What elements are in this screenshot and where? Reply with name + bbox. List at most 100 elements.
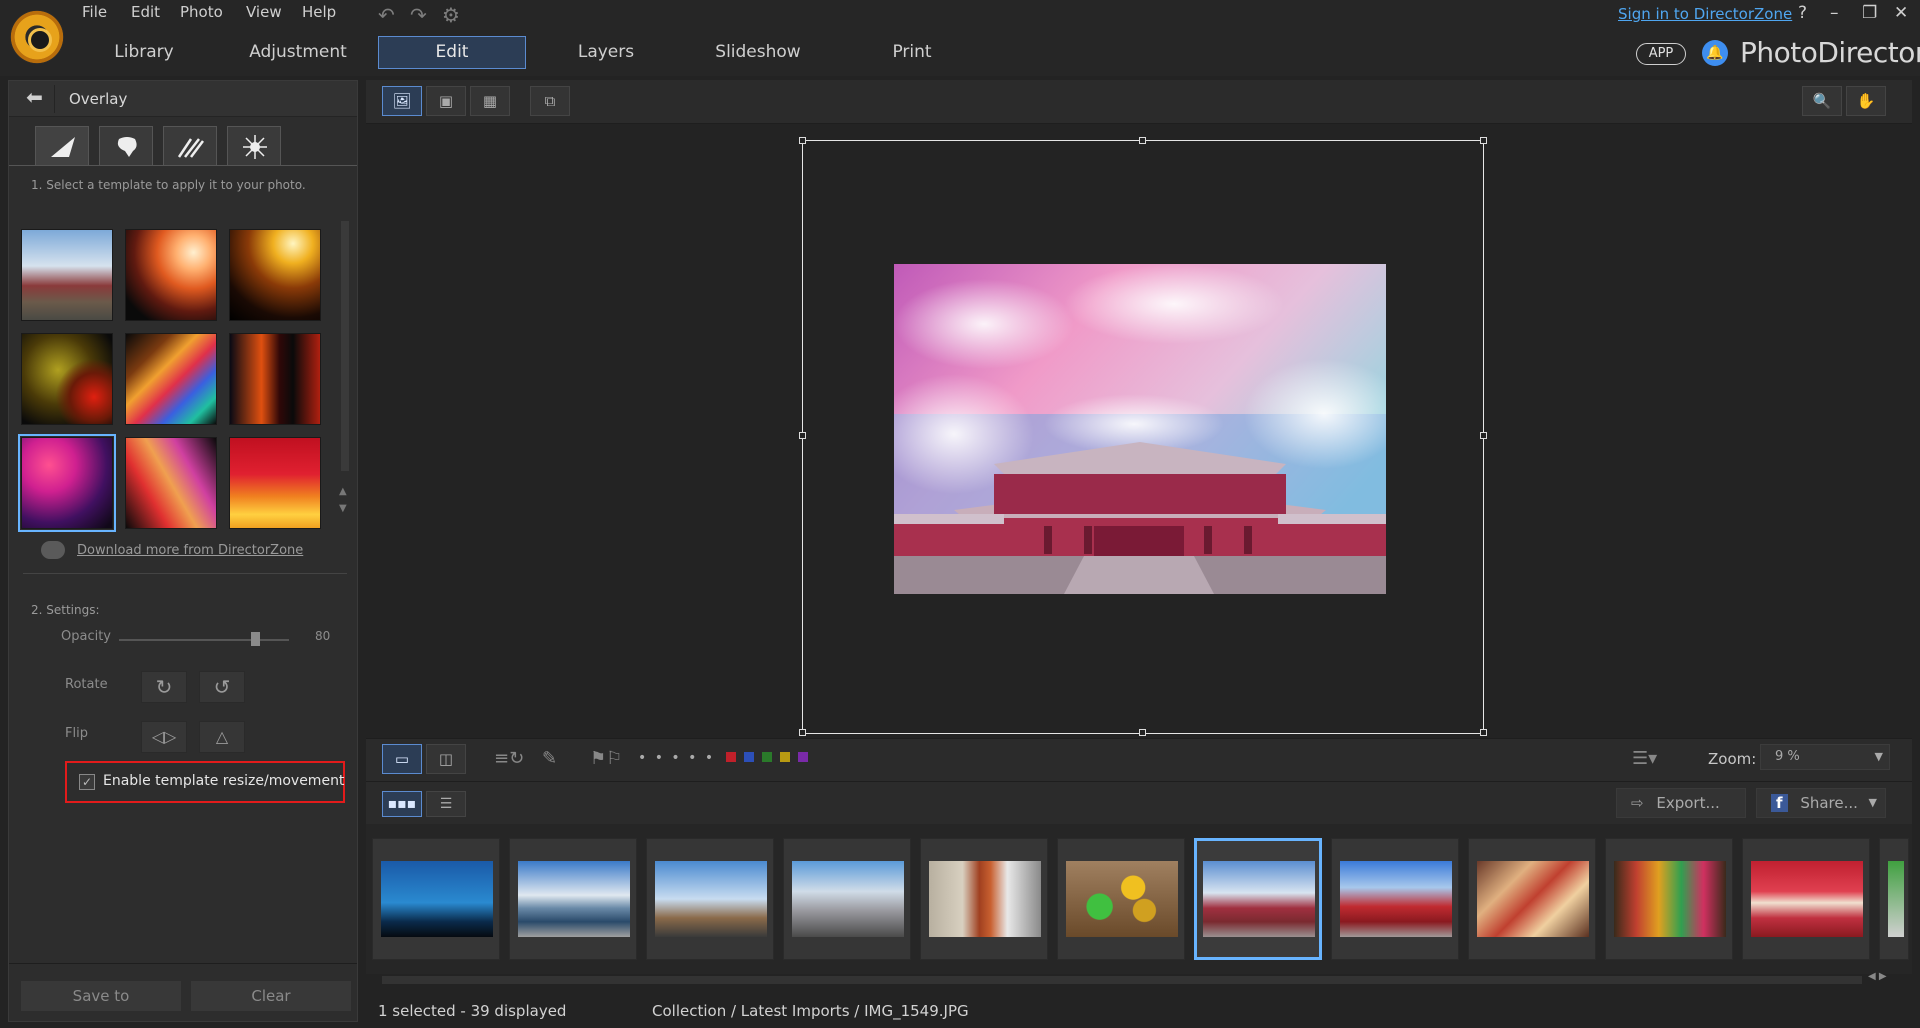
menu-edit[interactable]: Edit	[131, 3, 160, 21]
resize-handle-bottom[interactable]	[1139, 729, 1146, 736]
redo-icon[interactable]: ↷	[410, 3, 427, 27]
opacity-slider[interactable]	[119, 639, 289, 641]
resize-handle-tr[interactable]	[1480, 137, 1487, 144]
scroll-arrows-icon[interactable]: ◀ ▶	[1868, 971, 1887, 982]
enable-resize-highlight: ✓ Enable template resize/movement	[65, 761, 345, 803]
side-by-side-button[interactable]: ◫	[426, 744, 466, 774]
color-label-red[interactable]	[726, 752, 736, 762]
single-display-button[interactable]: ▭	[382, 744, 422, 774]
film-thumb-9[interactable]	[1468, 838, 1596, 960]
sign-in-link[interactable]: Sign in to DirectorZone	[1618, 5, 1792, 23]
film-thumb-6[interactable]	[1057, 838, 1185, 960]
film-thumb-1[interactable]	[372, 838, 500, 960]
save-to-button[interactable]: Save to	[21, 981, 181, 1011]
single-view-button[interactable]: 🖼	[382, 86, 422, 116]
zoom-value: 9 %	[1775, 749, 1800, 764]
film-thumb-10[interactable]	[1605, 838, 1733, 960]
resize-handle-left[interactable]	[799, 432, 806, 439]
filmstrip-view-button[interactable]: ▪▪▪	[382, 791, 422, 817]
help-button[interactable]: ?	[1798, 3, 1807, 23]
tab-edit[interactable]: Edit	[378, 36, 526, 69]
grid-view-button[interactable]: ▦	[470, 86, 510, 116]
resize-handle-tl[interactable]	[799, 137, 806, 144]
photo-view-button[interactable]: ▣	[426, 86, 466, 116]
template-thumb-9[interactable]	[229, 437, 321, 529]
resize-handle-right[interactable]	[1480, 432, 1487, 439]
tab-print[interactable]: Print	[838, 36, 986, 69]
menu-file[interactable]: File	[82, 3, 107, 21]
rating-dots[interactable]: • • • • •	[638, 750, 715, 766]
template-thumb-5[interactable]	[125, 333, 217, 425]
back-arrow-icon[interactable]: ⬅	[15, 85, 55, 113]
rotate-clockwise-button[interactable]: ↻	[141, 671, 187, 703]
film-thumb-3[interactable]	[646, 838, 774, 960]
streak-tab[interactable]	[163, 126, 217, 166]
export-label: Export...	[1656, 794, 1720, 812]
zoom-dropdown[interactable]: 9 % ▼	[1760, 744, 1890, 770]
filmstrip-scrollbar[interactable]	[382, 976, 1862, 984]
minimize-icon[interactable]: –	[1830, 3, 1839, 23]
zoom-tool-icon[interactable]: 🔍	[1802, 86, 1842, 116]
template-thumb-3[interactable]	[229, 229, 321, 321]
hand-tool-icon[interactable]: ✋	[1846, 86, 1886, 116]
light-leak-tab[interactable]	[35, 126, 89, 166]
undo-icon[interactable]: ↶	[378, 3, 395, 27]
export-button[interactable]: ⇨ Export...	[1616, 788, 1746, 818]
tab-slideshow[interactable]: Slideshow	[684, 36, 832, 69]
template-thumb-2[interactable]	[125, 229, 217, 321]
film-thumb-2[interactable]	[509, 838, 637, 960]
tab-adjustment[interactable]: Adjustment	[224, 36, 372, 69]
enable-resize-label[interactable]: Enable template resize/movement	[103, 773, 344, 789]
menu-help[interactable]: Help	[302, 3, 336, 21]
film-thumb-7[interactable]	[1194, 838, 1322, 960]
film-thumb-11[interactable]	[1742, 838, 1870, 960]
share-button[interactable]: f Share... ▼	[1756, 788, 1886, 818]
sort-list-icon[interactable]: ☰▾	[1632, 748, 1657, 769]
opacity-slider-thumb[interactable]	[250, 632, 260, 646]
footer-divider	[9, 963, 357, 964]
resize-handle-bl[interactable]	[799, 729, 806, 736]
list-view-button[interactable]: ☰	[426, 791, 466, 817]
resize-handle-br[interactable]	[1480, 729, 1487, 736]
template-thumb-7[interactable]	[18, 434, 116, 532]
film-thumb-4[interactable]	[783, 838, 911, 960]
scroll-up-icon[interactable]: ▲	[339, 486, 347, 497]
bokeh-burst-tab[interactable]	[227, 126, 281, 166]
enable-resize-checkbox[interactable]: ✓	[79, 774, 95, 790]
scroll-down-icon[interactable]: ▼	[339, 503, 347, 514]
download-more-link[interactable]: Download more from DirectorZone	[77, 543, 303, 558]
rotate-photo-icon[interactable]: ≡↻	[494, 748, 524, 769]
resize-handle-top[interactable]	[1139, 137, 1146, 144]
template-thumb-1[interactable]	[21, 229, 113, 321]
color-label-purple[interactable]	[798, 752, 808, 762]
template-scrollbar[interactable]	[341, 221, 349, 471]
tab-layers[interactable]: Layers	[532, 36, 680, 69]
flag-icon[interactable]: ⚑⚐	[590, 748, 622, 769]
film-thumb-8[interactable]	[1331, 838, 1459, 960]
gear-icon[interactable]: ⚙	[442, 3, 460, 27]
compare-view-button[interactable]: ⧉	[530, 86, 570, 116]
overlay-panel: ⬅ Overlay 1. Select a template to apply …	[8, 80, 358, 1022]
film-thumb-12[interactable]	[1879, 838, 1909, 960]
color-label-green[interactable]	[762, 752, 772, 762]
color-label-yellow[interactable]	[780, 752, 790, 762]
restore-icon[interactable]: ❐	[1862, 3, 1877, 23]
flip-vertical-button[interactable]: △	[199, 721, 245, 753]
menu-photo[interactable]: Photo	[180, 3, 223, 21]
app-button[interactable]: APP	[1636, 43, 1686, 65]
edit-pen-icon[interactable]: ✎	[542, 748, 557, 769]
template-thumb-6[interactable]	[229, 333, 321, 425]
tab-library[interactable]: Library	[70, 36, 218, 69]
splash-tab[interactable]	[99, 126, 153, 166]
notification-bell-icon[interactable]: 🔔	[1702, 40, 1728, 66]
color-label-blue[interactable]	[744, 752, 754, 762]
flip-horizontal-button[interactable]: ◁▷	[141, 721, 187, 753]
template-thumb-8[interactable]	[125, 437, 217, 529]
template-thumb-4[interactable]	[21, 333, 113, 425]
bokeh-burst-icon	[243, 135, 267, 159]
rotate-counterclockwise-button[interactable]: ↺	[199, 671, 245, 703]
clear-button[interactable]: Clear	[191, 981, 351, 1011]
film-thumb-5[interactable]	[920, 838, 1048, 960]
close-icon[interactable]: ✕	[1894, 3, 1908, 23]
menu-view[interactable]: View	[246, 3, 282, 21]
